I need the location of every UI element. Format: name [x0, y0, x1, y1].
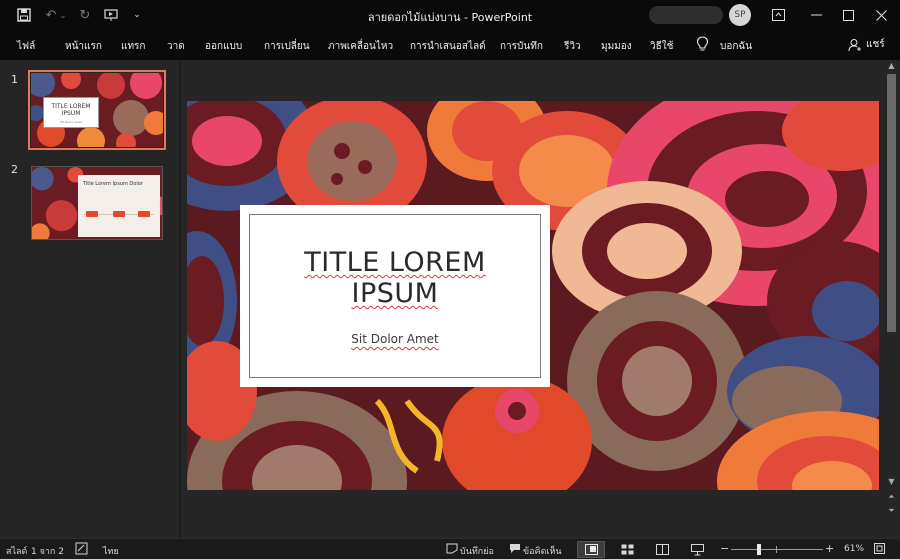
tab-slide-show[interactable]: การนำเสนอสไลด์	[410, 39, 486, 54]
save-icon[interactable]	[15, 6, 33, 24]
thumbnail-title: TITLE LOREM IPSUM	[51, 103, 91, 117]
tab-animations[interactable]: ภาพเคลื่อนไหว	[328, 39, 393, 54]
zoom-out-button[interactable]: −	[720, 542, 729, 555]
tell-me-search[interactable]: บอกฉัน	[720, 39, 752, 54]
thumbnail-title-box: TITLE LOREM IPSUM Sit Dolor Amet	[43, 97, 99, 128]
current-slide[interactable]: TITLE LOREM IPSUM Sit Dolor Amet	[187, 101, 879, 490]
thumbnail-number: 1	[11, 73, 18, 86]
vertical-scrollbar[interactable]: ▲ ▼ ⏶ ⏷	[883, 60, 900, 538]
ribbon-tabs: ไฟล์ หน้าแรก แทรก วาด ออกแบบ การเปลี่ยน …	[0, 30, 900, 60]
tab-transitions[interactable]: การเปลี่ยน	[264, 39, 310, 54]
tab-review[interactable]: รีวิว	[564, 39, 581, 54]
title-placeholder[interactable]: TITLE LOREM IPSUM Sit Dolor Amet	[240, 205, 550, 387]
language-indicator[interactable]: ไทย	[103, 544, 119, 558]
slide-thumbnail-2[interactable]: Title Lorem Ipsum Dolor	[31, 166, 163, 240]
thumbnail-title: Title Lorem Ipsum Dolor	[83, 181, 143, 187]
timeline-marker	[86, 211, 98, 217]
reading-view-button[interactable]	[648, 541, 676, 558]
title-separator: -	[460, 11, 472, 24]
slide-title-line1: TITLE LOREM	[304, 247, 486, 278]
tab-file[interactable]: ไฟล์	[17, 39, 35, 54]
slide-subtitle[interactable]: Sit Dolor Amet	[250, 332, 540, 346]
tab-design[interactable]: ออกแบบ	[205, 39, 242, 54]
lightbulb-icon	[696, 36, 709, 55]
slide-sorter-icon	[621, 544, 633, 555]
accessibility-icon[interactable]	[75, 542, 88, 558]
normal-view-icon	[584, 544, 598, 555]
share-button[interactable]: แชร์	[848, 37, 885, 52]
slide-subtitle-text: Sit Dolor Amet	[351, 332, 439, 346]
tab-view[interactable]: มุมมอง	[601, 39, 632, 54]
start-from-beginning-icon[interactable]	[102, 6, 120, 24]
timeline-marker	[138, 211, 150, 217]
notes-button[interactable]: บันทึกย่อ	[460, 544, 494, 558]
slide-position: 1 จาก 2	[31, 547, 64, 557]
document-name: ลายดอกไม้แบ่งบาน	[367, 11, 461, 24]
normal-view-button[interactable]	[577, 541, 605, 558]
scroll-up-icon[interactable]: ▲	[883, 61, 900, 73]
account-name[interactable]	[649, 6, 723, 24]
slide-show-button[interactable]	[683, 541, 711, 558]
customize-toolbar-icon[interactable]: ⌄	[128, 6, 146, 24]
avatar[interactable]: SP	[729, 4, 751, 26]
tab-draw[interactable]: วาด	[167, 39, 185, 54]
previous-slide-icon[interactable]: ⏶	[883, 492, 900, 504]
close-button[interactable]	[862, 0, 900, 30]
reading-view-icon	[655, 544, 669, 555]
app-name: PowerPoint	[471, 11, 533, 24]
fit-to-window-icon[interactable]	[874, 543, 885, 557]
ribbon-display-options-icon[interactable]	[759, 0, 797, 30]
scrollbar-thumb[interactable]	[887, 74, 896, 332]
slide-label: สไลด์	[6, 547, 28, 557]
slide-title[interactable]: TITLE LOREM IPSUM	[250, 247, 540, 309]
title-bar: ↶ ⌄ ↻ ⌄ ลายดอกไม้แบ่งบาน - PowerPoint SP	[0, 0, 900, 30]
thumbnail-number: 2	[11, 163, 18, 176]
title-placeholder-border: TITLE LOREM IPSUM Sit Dolor Amet	[249, 214, 541, 378]
tab-home[interactable]: หน้าแรก	[65, 39, 102, 54]
zoom-level[interactable]: 61%	[844, 544, 864, 554]
comments-button[interactable]: ข้อคิดเห็น	[523, 544, 562, 558]
zoom-slider-thumb[interactable]	[757, 544, 761, 555]
zoom-slider-center-tick	[776, 546, 777, 553]
slide-editing-area: TITLE LOREM IPSUM Sit Dolor Amet	[181, 60, 883, 538]
tab-insert[interactable]: แทรก	[121, 39, 145, 54]
share-person-icon	[848, 38, 861, 51]
slide-show-icon	[690, 543, 704, 555]
scroll-down-icon[interactable]: ▼	[883, 477, 900, 489]
thumbnail-subtitle: Sit Dolor Amet	[60, 120, 82, 124]
slide-thumbnail-1[interactable]: TITLE LOREM IPSUM Sit Dolor Amet	[28, 70, 166, 150]
next-slide-icon[interactable]: ⏷	[883, 506, 900, 518]
slide-title-line2: IPSUM	[351, 278, 439, 309]
thumbnail-content-box: Title Lorem Ipsum Dolor	[78, 175, 160, 237]
notes-icon[interactable]	[446, 543, 458, 557]
status-bar: สไลด์ 1 จาก 2 ไทย บันทึกย่อ ข้อคิดเห็น −…	[0, 538, 900, 559]
tab-record[interactable]: การบันทึก	[500, 39, 543, 54]
slide-thumbnail-pane: 1 TITLE LOREM IPSUM Sit Dolor Amet 2 Tit…	[0, 60, 180, 538]
redo-icon[interactable]: ↻	[76, 6, 94, 24]
comments-icon[interactable]	[509, 543, 521, 557]
zoom-in-button[interactable]: +	[825, 542, 834, 555]
timeline-marker	[113, 211, 125, 217]
tab-help[interactable]: วิธีใช้	[650, 39, 673, 54]
slide-sorter-button[interactable]	[613, 541, 641, 558]
share-label: แชร์	[866, 39, 885, 50]
zoom-slider-track[interactable]	[731, 549, 823, 550]
undo-dropdown-icon[interactable]: ⌄	[58, 6, 68, 24]
